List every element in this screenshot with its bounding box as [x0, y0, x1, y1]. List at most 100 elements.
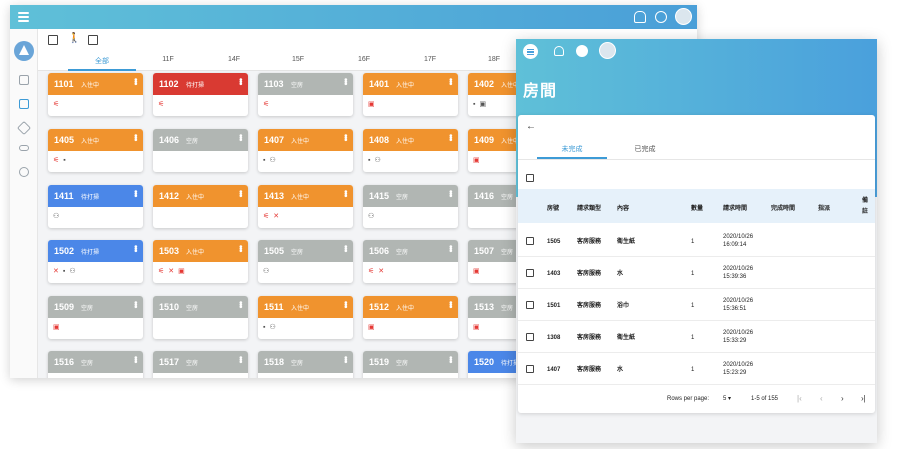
bell-icon[interactable]	[554, 46, 564, 56]
grid-view-icon[interactable]	[48, 35, 58, 45]
avatar[interactable]	[599, 42, 616, 59]
more-vert-icon[interactable]: •••	[341, 356, 351, 362]
tab-11f[interactable]: 11F	[138, 56, 198, 63]
bell-icon[interactable]	[634, 11, 646, 23]
room-card[interactable]: 1412 入住中 •••	[153, 185, 248, 228]
room-card[interactable]: 1512 入住中 ••• ▣	[363, 296, 458, 339]
more-vert-icon[interactable]: •••	[236, 245, 246, 251]
col-room[interactable]: 房號	[547, 203, 559, 212]
first-page-icon[interactable]: |‹	[797, 394, 802, 403]
room-card[interactable]: 1517 空房 •••	[153, 351, 248, 378]
col-content[interactable]: 內容	[617, 203, 629, 212]
table-row[interactable]: 1403 客房服務 水 1 2020/10/26 15:39:36	[518, 257, 875, 289]
room-card[interactable]: 1519 空房 •••	[363, 351, 458, 378]
more-vert-icon[interactable]: •••	[341, 190, 351, 196]
row-checkbox[interactable]	[526, 365, 534, 373]
room-card[interactable]: 1407 入住中 ••• ▪ ⚇	[258, 129, 353, 172]
walking-person-icon[interactable]: 🚶	[68, 33, 80, 44]
dashboard-icon[interactable]	[19, 75, 29, 85]
room-card[interactable]: 1518 空房 •••	[258, 351, 353, 378]
room-icon-row: ⚟ ▪	[53, 156, 70, 164]
tab-16f[interactable]: 16F	[334, 56, 394, 63]
last-page-icon[interactable]: ›|	[861, 394, 866, 403]
more-vert-icon[interactable]: •••	[446, 245, 456, 251]
more-vert-icon[interactable]: •••	[131, 78, 141, 84]
more-vert-icon[interactable]: •••	[446, 78, 456, 84]
gear-icon[interactable]	[19, 167, 29, 177]
tag-icon[interactable]	[16, 120, 32, 136]
room-card[interactable]: 1411 待打掃 ••• ⚇	[48, 185, 143, 228]
more-vert-icon[interactable]: •••	[236, 134, 246, 140]
row-checkbox[interactable]	[526, 269, 534, 277]
bulk-select-checkbox[interactable]	[526, 174, 534, 182]
more-vert-icon[interactable]: •••	[341, 301, 351, 307]
more-vert-icon[interactable]: •••	[446, 190, 456, 196]
col-note[interactable]: 備註	[862, 196, 869, 218]
more-vert-icon[interactable]: •••	[236, 190, 246, 196]
room-card[interactable]: 1415 空房 ••• ⚇	[363, 185, 458, 228]
col-assign[interactable]: 指派	[818, 203, 830, 212]
tab-completed[interactable]: 已完成	[610, 144, 680, 154]
tab-18f[interactable]: 18F	[464, 56, 524, 63]
room-card[interactable]: 1405 入住中 ••• ⚟ ▪	[48, 129, 143, 172]
back-arrow-icon[interactable]: ←	[526, 121, 536, 132]
tab-incomplete[interactable]: 未完成	[537, 144, 607, 154]
room-card[interactable]: 1505 空房 ••• ⚇	[258, 240, 353, 283]
room-indicator-icon: ⚟	[53, 157, 60, 164]
room-card[interactable]: 1406 空房 •••	[153, 129, 248, 172]
table-row[interactable]: 1505 客房服務 衛生紙 1 2020/10/26 16:09:14	[518, 225, 875, 257]
room-card[interactable]: 1401 入住中 ••• ▣	[363, 73, 458, 116]
room-card[interactable]: 1101 入住中 ••• ⚟	[48, 73, 143, 116]
more-vert-icon[interactable]: •••	[236, 78, 246, 84]
more-vert-icon[interactable]: •••	[341, 134, 351, 140]
more-vert-icon[interactable]: •••	[131, 356, 141, 362]
rows-per-page-select[interactable]: 5 ▾	[723, 395, 731, 403]
col-type[interactable]: 請求類型	[577, 203, 601, 212]
row-checkbox[interactable]	[526, 333, 534, 341]
avatar[interactable]	[675, 8, 692, 25]
room-card[interactable]: 1413 入住中 ••• ⚟ ✕	[258, 185, 353, 228]
row-checkbox[interactable]	[526, 237, 534, 245]
hamburger-menu-icon[interactable]	[18, 12, 29, 22]
more-vert-icon[interactable]: •••	[236, 356, 246, 362]
table-row[interactable]: 1501 客房服務 浴巾 1 2020/10/26 15:36:51	[518, 289, 875, 321]
globe-icon[interactable]	[655, 11, 667, 23]
link-icon[interactable]	[19, 145, 29, 151]
more-vert-icon[interactable]: •••	[341, 78, 351, 84]
table-row[interactable]: 1407 客房服務 水 1 2020/10/26 15:23:29	[518, 353, 875, 385]
more-vert-icon[interactable]: •••	[131, 134, 141, 140]
row-checkbox[interactable]	[526, 301, 534, 309]
more-vert-icon[interactable]: •••	[446, 301, 456, 307]
rooms-icon[interactable]	[19, 99, 29, 109]
more-vert-icon[interactable]: •••	[341, 245, 351, 251]
prev-page-icon[interactable]: ‹	[820, 394, 823, 403]
more-vert-icon[interactable]: •••	[446, 134, 456, 140]
tab-17f[interactable]: 17F	[400, 56, 460, 63]
table-row[interactable]: 1308 客房服務 衛生紙 1 2020/10/26 15:33:29	[518, 321, 875, 353]
more-vert-icon[interactable]: •••	[131, 301, 141, 307]
room-card[interactable]: 1506 空房 ••• ⚟ ✕	[363, 240, 458, 283]
tab-15f[interactable]: 15F	[268, 56, 328, 63]
more-vert-icon[interactable]: •••	[236, 301, 246, 307]
more-vert-icon[interactable]: •••	[131, 190, 141, 196]
tab-all[interactable]: 全部	[72, 56, 132, 66]
room-card[interactable]: 1511 入住中 ••• ▪ ⚇	[258, 296, 353, 339]
room-card[interactable]: 1509 空房 ••• ▣	[48, 296, 143, 339]
next-page-icon[interactable]: ›	[841, 394, 844, 403]
room-card[interactable]: 1502 待打掃 ••• ✕ ▪ ⚇	[48, 240, 143, 283]
room-card[interactable]: 1510 空房 •••	[153, 296, 248, 339]
room-card[interactable]: 1102 待打掃 ••• ⚟	[153, 73, 248, 116]
tab-14f[interactable]: 14F	[204, 56, 264, 63]
clipboard-icon[interactable]	[88, 35, 98, 45]
col-complete-time[interactable]: 完成時間	[771, 203, 795, 212]
more-vert-icon[interactable]: •••	[446, 356, 456, 362]
room-card[interactable]: 1503 入住中 ••• ⚟ ✕ ▣	[153, 240, 248, 283]
globe-icon[interactable]	[576, 45, 588, 57]
col-qty[interactable]: 數量	[691, 203, 703, 212]
room-card[interactable]: 1103 空房 ••• ⚟	[258, 73, 353, 116]
room-card[interactable]: 1516 空房 •••	[48, 351, 143, 378]
more-vert-icon[interactable]: •••	[131, 245, 141, 251]
col-request-time[interactable]: 請求時間	[723, 203, 747, 212]
room-card[interactable]: 1408 入住中 ••• ▪ ⚇	[363, 129, 458, 172]
hamburger-menu-icon[interactable]	[523, 44, 538, 59]
